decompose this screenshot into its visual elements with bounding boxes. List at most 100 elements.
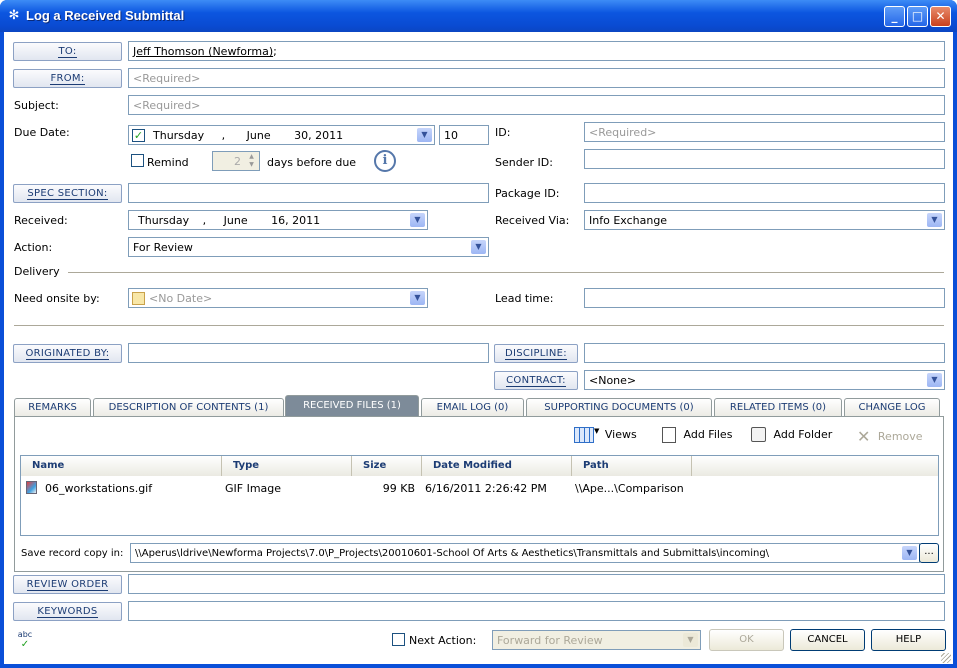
to-button-label: TO:: [58, 46, 77, 58]
package-id-field[interactable]: [584, 183, 945, 203]
chevron-down-icon[interactable]: ▼: [927, 373, 942, 387]
add-files-label: Add Files: [683, 428, 733, 441]
minimize-button[interactable]: _: [884, 6, 905, 27]
chevron-down-icon[interactable]: ▼: [417, 128, 432, 142]
title-bar[interactable]: ✻ Log a Received Submittal _ □ ✕: [0, 0, 957, 32]
sender-id-field[interactable]: [584, 149, 945, 169]
review-order-field[interactable]: [128, 574, 945, 594]
close-button[interactable]: ✕: [930, 6, 951, 27]
window-title: Log a Received Submittal: [26, 8, 185, 23]
help-button[interactable]: HELP: [871, 629, 946, 651]
maximize-button[interactable]: □: [907, 6, 928, 27]
chevron-down-icon[interactable]: ▼: [927, 213, 942, 227]
tab-description-of-contents[interactable]: DESCRIPTION OF CONTENTS (1): [93, 398, 284, 416]
spinner-arrows-icon[interactable]: ▲ ▼: [245, 153, 258, 169]
remind-checkbox[interactable]: [131, 154, 144, 167]
add-file-icon: [662, 427, 676, 443]
remind-suffix: days before due: [267, 156, 357, 169]
tab-received-files[interactable]: RECEIVED FILES (1): [285, 395, 419, 417]
due-date-sep: ,: [221, 129, 226, 142]
spec-section-button[interactable]: SPEC SECTION:: [13, 184, 122, 203]
browse-button[interactable]: ...: [919, 543, 939, 563]
action-label: Action:: [14, 241, 53, 254]
to-field[interactable]: Jeff Thomson (Newforma);: [128, 41, 945, 61]
discipline-button[interactable]: DISCIPLINE:: [494, 344, 578, 363]
chevron-down-icon[interactable]: ▼: [471, 240, 486, 254]
chevron-down-icon[interactable]: ▼: [410, 213, 425, 227]
originated-by-button[interactable]: ORIGINATED BY:: [13, 344, 122, 363]
contract-button[interactable]: CONTRACT:: [494, 371, 578, 390]
spec-section-field[interactable]: [128, 183, 489, 203]
column-header-date-modified[interactable]: Date Modified: [422, 456, 572, 476]
discipline-button-label: DISCIPLINE:: [505, 348, 567, 360]
keywords-field[interactable]: [128, 601, 945, 621]
spell-check-icon[interactable]: abc ✓: [14, 630, 36, 650]
remove-button[interactable]: ✕ Remove: [857, 427, 923, 446]
file-path: \\Ape...\Comparison: [575, 482, 684, 495]
column-header-type[interactable]: Type: [222, 456, 352, 476]
contract-select[interactable]: <None> ▼: [584, 370, 945, 390]
spell-check-mark: ✓: [20, 639, 30, 650]
to-recipient-link[interactable]: Jeff Thomson (Newforma): [133, 45, 273, 58]
remind-label: Remind: [147, 156, 189, 169]
review-order-button-label: REVIEW ORDER: [26, 579, 109, 591]
tab-change-log[interactable]: CHANGE LOG: [844, 398, 940, 416]
file-name: 06_workstations.gif: [45, 482, 153, 495]
spec-section-button-label: SPEC SECTION:: [27, 188, 108, 200]
next-action-label: Next Action:: [409, 634, 477, 647]
next-action-select[interactable]: Forward for Review ▼: [492, 630, 701, 650]
section-divider: [14, 325, 944, 326]
save-copy-path-select[interactable]: \\Aperus\ldrive\Newforma Projects\7.0\P_…: [130, 543, 920, 563]
column-header-name[interactable]: Name: [21, 456, 222, 476]
tab-supporting-documents[interactable]: SUPPORTING DOCUMENTS (0): [526, 398, 712, 416]
package-id-label: Package ID:: [495, 187, 560, 200]
tab-related-items[interactable]: RELATED ITEMS (0): [714, 398, 842, 416]
to-separator: ;: [273, 45, 277, 58]
file-date-modified: 6/16/2011 2:26:42 PM: [425, 482, 547, 495]
column-header-path[interactable]: Path: [572, 456, 692, 476]
from-button[interactable]: FROM:: [13, 69, 122, 88]
add-folder-button[interactable]: Add Folder: [751, 427, 832, 442]
sender-id-label: Sender ID:: [495, 156, 553, 169]
cancel-button[interactable]: CANCEL: [790, 629, 865, 651]
from-field[interactable]: <Required>: [128, 68, 945, 88]
originated-by-field[interactable]: [128, 343, 489, 363]
due-days-field[interactable]: 10: [439, 125, 489, 145]
tab-email-log[interactable]: EMAIL LOG (0): [421, 398, 524, 416]
keywords-button[interactable]: KEYWORDS: [13, 602, 122, 621]
received-via-select[interactable]: Info Exchange ▼: [584, 210, 945, 230]
chevron-down-icon[interactable]: ▼: [410, 291, 425, 305]
info-icon[interactable]: i: [374, 150, 396, 172]
originated-by-button-label: ORIGINATED BY:: [25, 348, 110, 360]
id-field[interactable]: <Required>: [584, 122, 945, 142]
tab-remarks[interactable]: REMARKS: [14, 398, 91, 416]
gif-file-icon: [26, 481, 37, 494]
resize-grip-icon[interactable]: [941, 653, 951, 663]
ok-button[interactable]: OK: [709, 629, 784, 651]
discipline-field[interactable]: [584, 343, 945, 363]
next-action-checkbox[interactable]: [392, 633, 405, 646]
need-onsite-picker[interactable]: <No Date> ▼: [128, 288, 428, 308]
chevron-down-icon[interactable]: ▼: [902, 546, 917, 560]
due-date-picker[interactable]: ✓ Thursday , June 30, 2011 ▼: [128, 125, 435, 145]
lead-time-field[interactable]: [584, 288, 945, 308]
contract-button-label: CONTRACT:: [506, 375, 566, 387]
received-sep: ,: [202, 214, 207, 227]
chevron-down-icon[interactable]: ▼: [683, 633, 698, 647]
remind-days-spinner[interactable]: 2 ▲ ▼: [212, 151, 260, 171]
due-date-month: June: [246, 129, 271, 142]
to-button[interactable]: TO:: [13, 42, 122, 61]
subject-field[interactable]: <Required>: [128, 95, 945, 115]
column-header-filler: [692, 456, 938, 476]
save-copy-path: \\Aperus\ldrive\Newforma Projects\7.0\P_…: [135, 548, 770, 559]
column-header-size[interactable]: Size: [352, 456, 422, 476]
need-onsite-checkbox[interactable]: [132, 292, 145, 305]
views-button[interactable]: ▼ Views: [574, 427, 637, 443]
action-value: For Review: [133, 241, 193, 254]
from-button-label: FROM:: [50, 73, 85, 85]
action-select[interactable]: For Review ▼: [128, 237, 489, 257]
due-date-checkbox[interactable]: ✓: [132, 129, 145, 142]
received-date-picker[interactable]: Thursday , June 16, 2011 ▼: [128, 210, 428, 230]
add-files-button[interactable]: Add Files: [662, 427, 732, 443]
review-order-button[interactable]: REVIEW ORDER: [13, 575, 122, 594]
